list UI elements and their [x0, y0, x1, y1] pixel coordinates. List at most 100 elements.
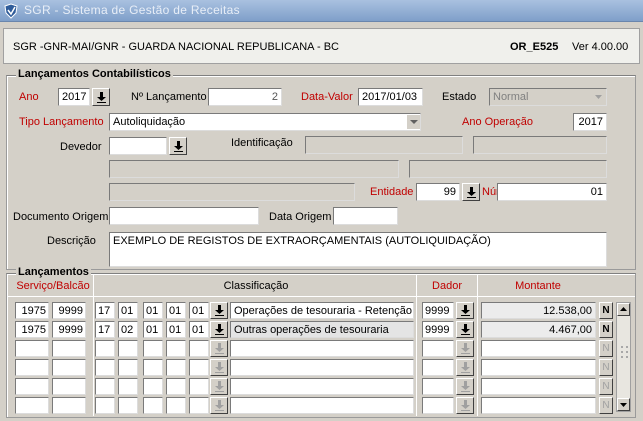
dador-list-button[interactable] [456, 397, 474, 414]
cell-dador[interactable] [422, 340, 454, 357]
cell-classificacao-desc [230, 340, 414, 357]
ano-list-button[interactable] [92, 88, 110, 106]
cell-c3[interactable] [143, 340, 163, 357]
col-servico-balcao: Serviço/Balcão [16, 280, 90, 292]
cell-montante[interactable] [481, 359, 596, 376]
cell-c3[interactable] [143, 397, 163, 414]
cell-dador[interactable] [422, 397, 454, 414]
download-arrow-icon [460, 362, 470, 373]
row-n-button[interactable]: N [599, 359, 613, 376]
cell-balc[interactable] [52, 340, 86, 357]
cell-c5[interactable] [189, 397, 209, 414]
cell-c2[interactable] [118, 397, 138, 414]
row-n-button[interactable]: N [599, 397, 613, 414]
numero-field[interactable]: 01 [497, 183, 607, 201]
dador-list-button[interactable] [456, 359, 474, 376]
title-bar: SGR - Sistema de Gestão de Receitas [0, 0, 643, 22]
entidade-field[interactable]: 99 [416, 183, 460, 201]
cell-c5[interactable]: 01 [189, 321, 209, 338]
cell-dador[interactable]: 9999 [422, 321, 454, 338]
cell-c2[interactable] [118, 340, 138, 357]
cell-c3[interactable] [143, 359, 163, 376]
devedor-list-button[interactable] [169, 137, 187, 155]
dador-list-button[interactable] [456, 340, 474, 357]
dador-list-button[interactable] [456, 378, 474, 395]
data-origem-field[interactable] [333, 207, 398, 225]
cell-serv[interactable]: 1975 [15, 321, 49, 338]
descricao-field[interactable]: EXEMPLO DE REGISTOS DE EXTRAORÇAMENTAIS … [109, 232, 607, 267]
classificacao-list-button[interactable] [210, 359, 228, 376]
scroll-up-button[interactable] [617, 303, 630, 316]
row-n-button[interactable]: N [599, 321, 613, 338]
row-n-button[interactable]: N [599, 340, 613, 357]
cell-c4[interactable] [166, 378, 186, 395]
cell-balc[interactable] [52, 378, 86, 395]
cell-c5[interactable]: 01 [189, 302, 209, 319]
cell-c4[interactable]: 01 [166, 302, 186, 319]
devedor-field[interactable] [109, 137, 167, 155]
tipo-lancamento-label: Tipo Lançamento [19, 116, 104, 128]
data-valor-field[interactable]: 2017/01/03 [358, 88, 423, 106]
cell-c1[interactable] [95, 359, 115, 376]
classificacao-list-button[interactable] [210, 340, 228, 357]
cell-c5[interactable] [189, 340, 209, 357]
ano-operacao-field[interactable]: 2017 [573, 113, 607, 131]
cell-c2[interactable] [118, 359, 138, 376]
cell-c1[interactable] [95, 378, 115, 395]
scroll-down-button[interactable] [617, 398, 630, 411]
tipo-lancamento-select[interactable]: Autoliquidação [109, 113, 421, 131]
cell-c1[interactable] [95, 340, 115, 357]
cell-c2[interactable]: 02 [118, 321, 138, 338]
cell-c4[interactable] [166, 359, 186, 376]
cell-c4[interactable] [166, 397, 186, 414]
cell-c3[interactable]: 01 [143, 321, 163, 338]
cell-c4[interactable] [166, 340, 186, 357]
cell-c1[interactable] [95, 397, 115, 414]
cell-dador[interactable] [422, 378, 454, 395]
classificacao-list-button[interactable] [210, 378, 228, 395]
cell-dador[interactable] [422, 359, 454, 376]
entidade-list-button[interactable] [462, 183, 480, 201]
cell-c2[interactable] [118, 378, 138, 395]
cell-c3[interactable]: 01 [143, 302, 163, 319]
cell-balc[interactable] [52, 397, 86, 414]
cell-serv[interactable] [15, 397, 49, 414]
cell-c5[interactable] [189, 378, 209, 395]
cell-c1[interactable]: 17 [95, 302, 115, 319]
cell-montante[interactable]: 12.538,00 [481, 302, 596, 319]
cell-serv[interactable] [15, 359, 49, 376]
cell-montante[interactable] [481, 340, 596, 357]
cell-balc[interactable] [52, 359, 86, 376]
cell-montante[interactable] [481, 378, 596, 395]
download-arrow-icon [214, 305, 224, 316]
cell-classificacao-desc [230, 397, 414, 414]
cell-montante[interactable]: 4.467,00 [481, 321, 596, 338]
download-arrow-icon [214, 400, 224, 411]
row-n-button[interactable]: N [599, 302, 613, 319]
classificacao-list-button[interactable] [210, 321, 228, 338]
chevron-down-icon [620, 403, 627, 407]
cell-serv[interactable] [15, 340, 49, 357]
num-lancamento-field[interactable]: 2 [208, 88, 282, 106]
identificacao-label: Identificação [231, 137, 293, 149]
cell-balc[interactable]: 9999 [52, 302, 86, 319]
classificacao-list-button[interactable] [210, 302, 228, 319]
classificacao-list-button[interactable] [210, 397, 228, 414]
tipo-dropdown-icon[interactable] [406, 115, 420, 129]
cell-balc[interactable]: 9999 [52, 321, 86, 338]
cell-c1[interactable]: 17 [95, 321, 115, 338]
identificacao-field-2 [473, 136, 607, 154]
cell-dador[interactable]: 9999 [422, 302, 454, 319]
cell-c4[interactable]: 01 [166, 321, 186, 338]
cell-serv[interactable]: 1975 [15, 302, 49, 319]
dador-list-button[interactable] [456, 302, 474, 319]
cell-c3[interactable] [143, 378, 163, 395]
row-n-button[interactable]: N [599, 378, 613, 395]
cell-c2[interactable]: 01 [118, 302, 138, 319]
dador-list-button[interactable] [456, 321, 474, 338]
documento-origem-field[interactable] [109, 207, 259, 225]
cell-c5[interactable] [189, 359, 209, 376]
cell-montante[interactable] [481, 397, 596, 414]
cell-serv[interactable] [15, 378, 49, 395]
ano-field[interactable]: 2017 [58, 88, 90, 106]
